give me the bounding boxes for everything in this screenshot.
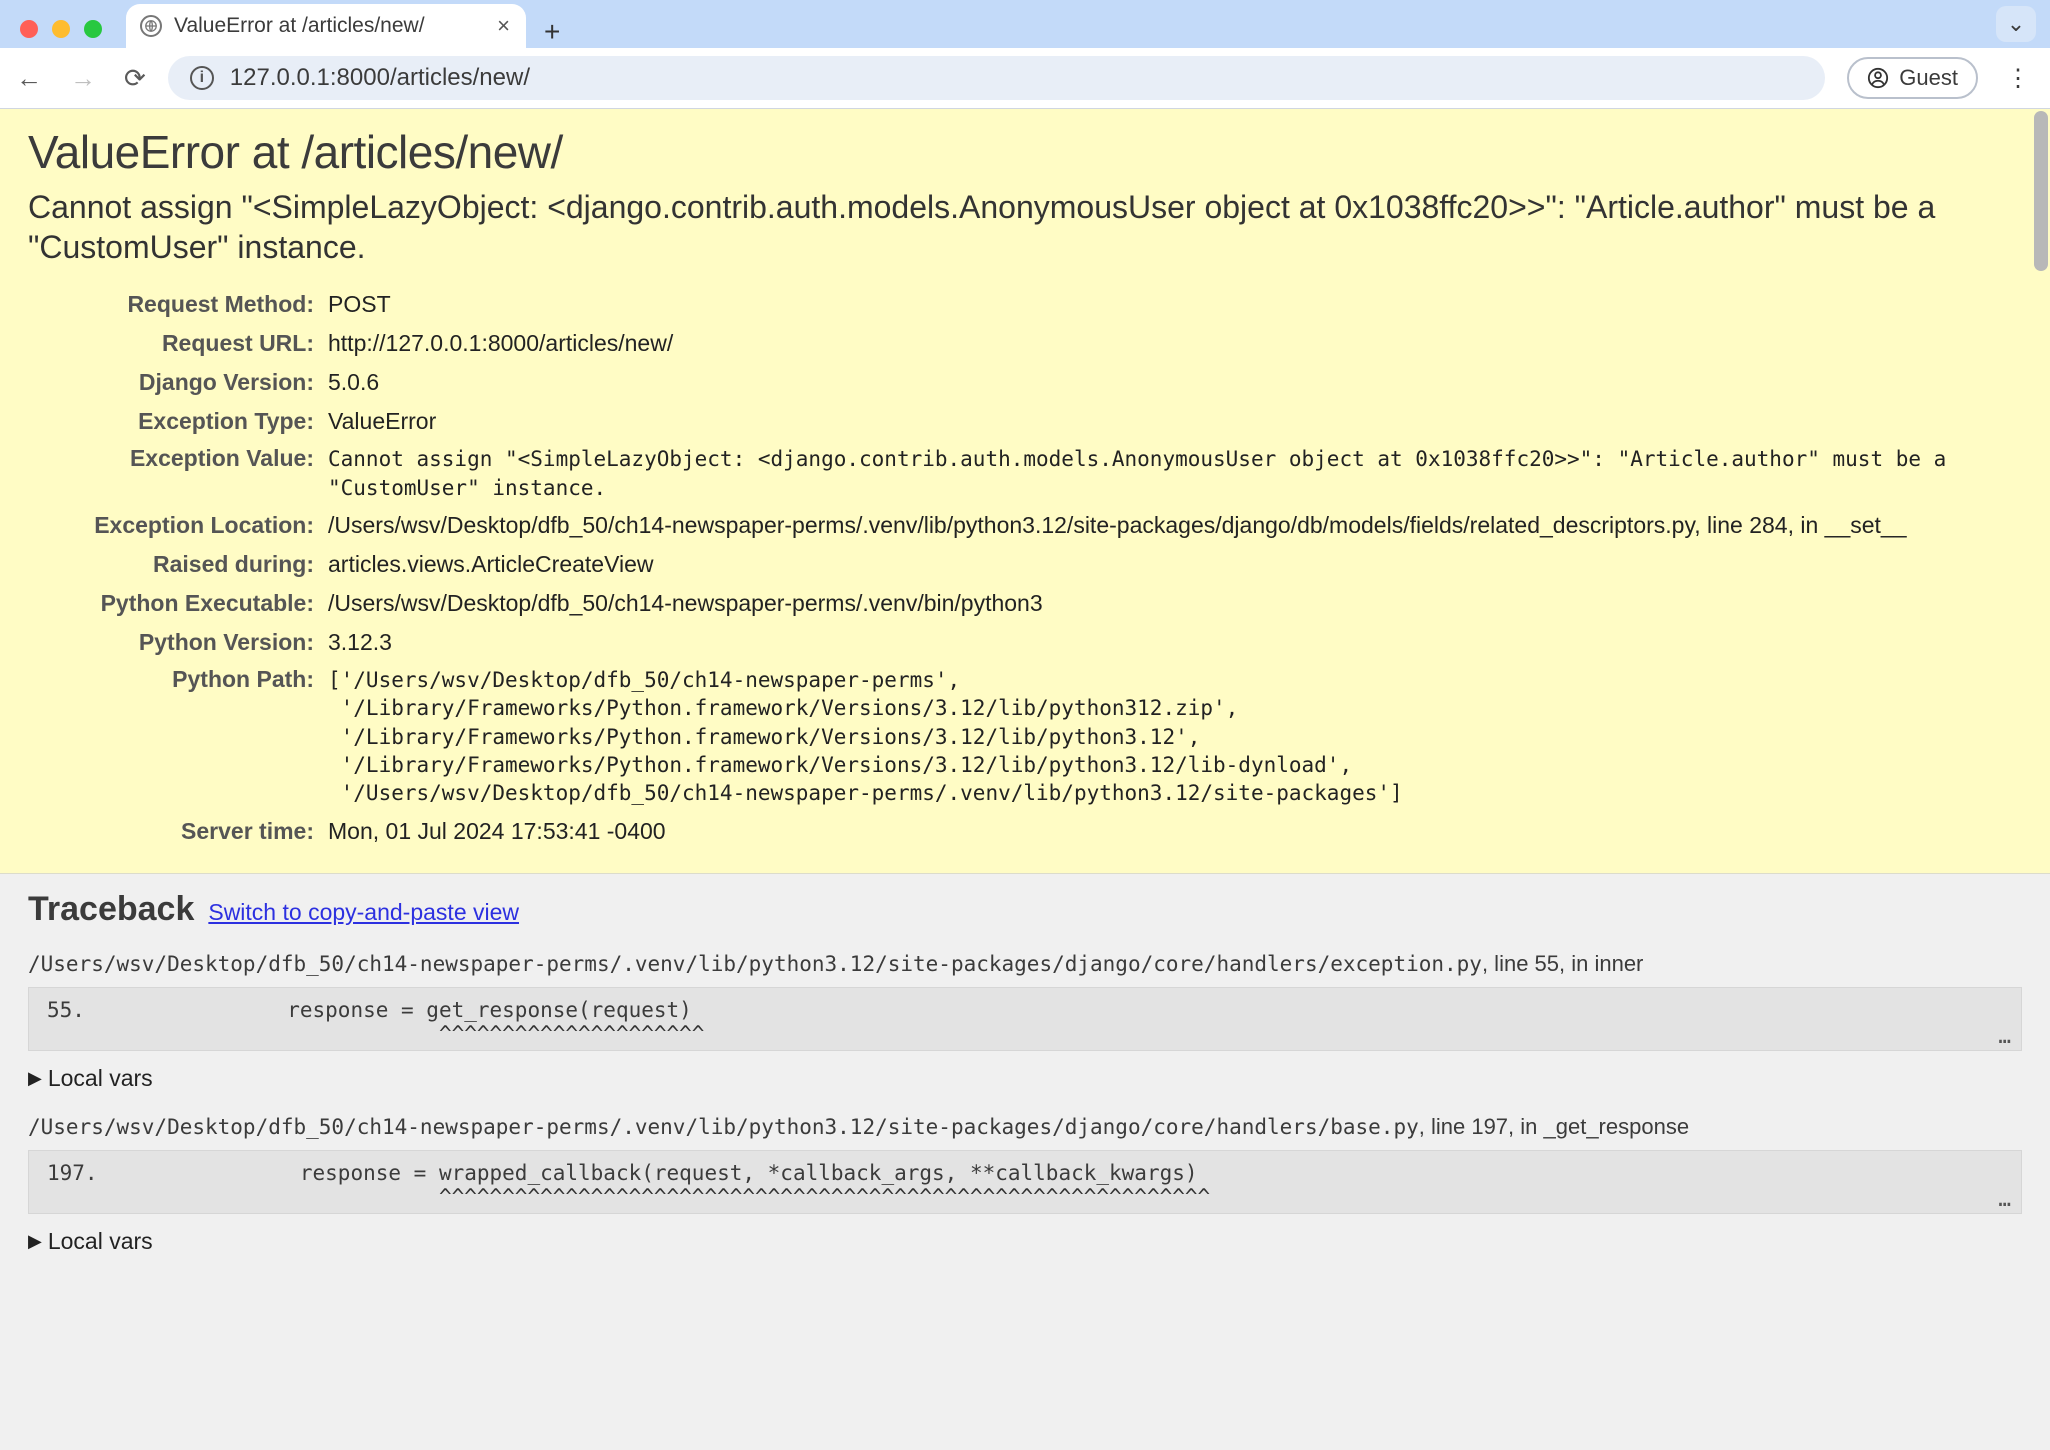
meta-label: Django Version: <box>28 363 328 402</box>
traceback-switch-view-link[interactable]: Switch to copy-and-paste view <box>208 899 519 926</box>
local-vars-toggle[interactable]: ▶ Local vars <box>28 1228 2022 1255</box>
frame-code[interactable]: 55. response = get_response(request) ^^^… <box>28 987 2022 1051</box>
scrollbar-thumb[interactable] <box>2034 111 2048 271</box>
window-zoom-icon[interactable] <box>84 20 102 38</box>
browser-toolbar: ← → ⟳ i 127.0.0.1:8000/articles/new/ Gue… <box>0 48 2050 108</box>
frame-carets: ^^^^^^^^^^^^^^^^^^^^^^^^^^^^^^^^^^^^^^^^… <box>98 1185 1211 1209</box>
meta-value: /Users/wsv/Desktop/dfb_50/ch14-newspaper… <box>328 584 2022 623</box>
meta-value: /Users/wsv/Desktop/dfb_50/ch14-newspaper… <box>328 506 2022 545</box>
frame-location: /Users/wsv/Desktop/dfb_50/ch14-newspaper… <box>28 1114 2022 1140</box>
tab-close-icon[interactable]: × <box>497 13 510 39</box>
browser-tab-active[interactable]: ValueError at /articles/new/ × <box>126 4 526 48</box>
meta-label: Request URL: <box>28 324 328 363</box>
meta-value: 3.12.3 <box>328 623 2022 662</box>
globe-icon <box>140 15 162 37</box>
meta-value: Cannot assign "<SimpleLazyObject: <djang… <box>328 441 2022 506</box>
meta-value: ValueError <box>328 402 2022 441</box>
local-vars-toggle[interactable]: ▶ Local vars <box>28 1065 2022 1092</box>
meta-label: Python Path: <box>28 662 328 812</box>
frame-lineno: 55. <box>47 998 85 1022</box>
reload-button[interactable]: ⟳ <box>124 63 146 94</box>
window-minimize-icon[interactable] <box>52 20 70 38</box>
meta-value: http://127.0.0.1:8000/articles/new/ <box>328 324 2022 363</box>
chevron-down-icon: ⌄ <box>2007 11 2025 37</box>
tab-title: ValueError at /articles/new/ <box>174 14 425 38</box>
meta-label: Exception Location: <box>28 506 328 545</box>
disclosure-triangle-icon: ▶ <box>28 1231 42 1252</box>
meta-value: ['/Users/wsv/Desktop/dfb_50/ch14-newspap… <box>328 662 2022 812</box>
meta-label: Python Executable: <box>28 584 328 623</box>
site-info-icon[interactable]: i <box>190 66 214 90</box>
profile-button[interactable]: Guest <box>1847 57 1978 99</box>
new-tab-button[interactable]: + <box>526 16 578 48</box>
meta-label: Request Method: <box>28 285 328 324</box>
local-vars-label: Local vars <box>48 1065 153 1092</box>
frame-lineno: 197. <box>47 1161 98 1185</box>
meta-label: Exception Value: <box>28 441 328 506</box>
frame-carets: ^^^^^^^^^^^^^^^^^^^^^ <box>98 1022 705 1046</box>
ellipsis-icon[interactable]: … <box>1998 1024 2011 1048</box>
local-vars-label: Local vars <box>48 1228 153 1255</box>
meta-value: 5.0.6 <box>328 363 2022 402</box>
page-viewport: ValueError at /articles/new/ Cannot assi… <box>0 108 2050 1450</box>
overflow-menu-button[interactable]: ⋮ <box>2000 64 2034 93</box>
window-controls <box>14 20 112 48</box>
frame-code[interactable]: 197. response = wrapped_callback(request… <box>28 1150 2022 1214</box>
meta-label: Exception Type: <box>28 402 328 441</box>
meta-value: POST <box>328 285 2022 324</box>
frame-path: /Users/wsv/Desktop/dfb_50/ch14-newspaper… <box>28 952 1482 976</box>
frame-code-line: response = get_response(request) <box>85 998 692 1022</box>
forward-button[interactable]: → <box>70 63 96 94</box>
meta-value: articles.views.ArticleCreateView <box>328 545 2022 584</box>
meta-label: Python Version: <box>28 623 328 662</box>
tab-strip: ValueError at /articles/new/ × + ⌄ <box>0 0 2050 48</box>
address-bar[interactable]: i 127.0.0.1:8000/articles/new/ <box>168 56 1826 100</box>
meta-label: Server time: <box>28 812 328 851</box>
request-meta-table: Request Method:POST Request URL:http://1… <box>28 285 2022 851</box>
error-title: ValueError at /articles/new/ <box>28 125 2022 179</box>
person-icon <box>1867 67 1889 89</box>
traceback-section: Traceback Switch to copy-and-paste view … <box>0 874 2050 1315</box>
window-close-icon[interactable] <box>20 20 38 38</box>
frame-code-line: response = wrapped_callback(request, *ca… <box>98 1161 1198 1185</box>
vertical-scrollbar[interactable] <box>2032 109 2050 1450</box>
frame-line-suffix: , line 55, in inner <box>1482 951 1643 976</box>
meta-value: Mon, 01 Jul 2024 17:53:41 -0400 <box>328 812 2022 851</box>
meta-label: Raised during: <box>28 545 328 584</box>
tabs-dropdown-button[interactable]: ⌄ <box>1996 6 2036 42</box>
error-subtitle: Cannot assign "<SimpleLazyObject: <djang… <box>28 187 2022 267</box>
traceback-frame: /Users/wsv/Desktop/dfb_50/ch14-newspaper… <box>28 1114 2022 1255</box>
url-text: 127.0.0.1:8000/articles/new/ <box>230 64 530 92</box>
frame-path: /Users/wsv/Desktop/dfb_50/ch14-newspaper… <box>28 1115 1419 1139</box>
back-button[interactable]: ← <box>16 63 42 94</box>
profile-label: Guest <box>1899 65 1958 91</box>
disclosure-triangle-icon: ▶ <box>28 1068 42 1089</box>
traceback-frame: /Users/wsv/Desktop/dfb_50/ch14-newspaper… <box>28 951 2022 1092</box>
django-error-summary: ValueError at /articles/new/ Cannot assi… <box>0 109 2050 874</box>
frame-line-suffix: , line 197, in _get_response <box>1419 1114 1689 1139</box>
traceback-heading: Traceback <box>28 890 194 929</box>
ellipsis-icon[interactable]: … <box>1998 1187 2011 1211</box>
frame-location: /Users/wsv/Desktop/dfb_50/ch14-newspaper… <box>28 951 2022 977</box>
